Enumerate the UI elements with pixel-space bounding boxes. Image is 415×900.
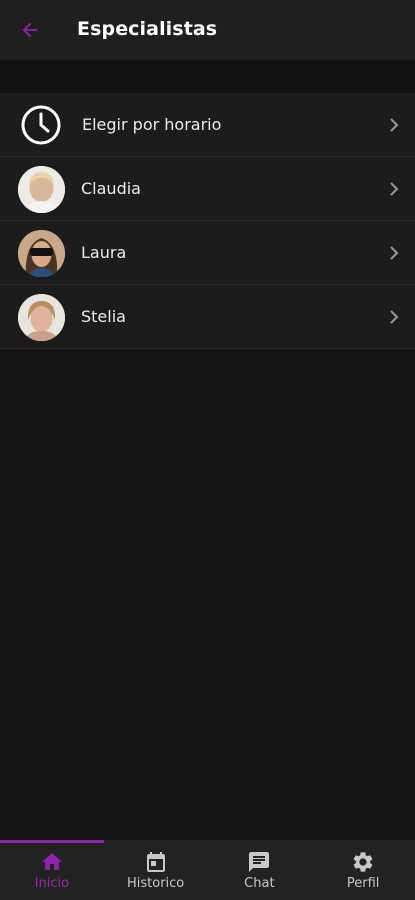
list-item-label: Laura xyxy=(81,243,127,262)
list-item-label: Stelia xyxy=(81,307,126,326)
app-bar: Especialistas xyxy=(0,0,415,60)
back-button[interactable] xyxy=(14,14,46,46)
nav-item-inicio[interactable]: Inicio xyxy=(0,840,104,900)
avatar xyxy=(17,165,65,213)
bottom-navigation: Inicio Historico Chat Perfil xyxy=(0,840,415,900)
nav-label: Historico xyxy=(126,876,185,891)
arrow-left-icon xyxy=(22,22,38,38)
avatar xyxy=(17,229,65,277)
list-item-laura[interactable]: Laura xyxy=(0,221,415,285)
nav-label: Chat xyxy=(244,876,275,891)
home-icon xyxy=(41,853,62,870)
list-item-label: Elegir por horario xyxy=(82,115,222,134)
list-item-label: Claudia xyxy=(81,179,141,198)
clock-icon xyxy=(17,101,65,149)
nav-item-historico[interactable]: Historico xyxy=(104,840,208,900)
list-item-choose-by-schedule[interactable]: Elegir por horario xyxy=(0,93,415,157)
nav-item-perfil[interactable]: Perfil xyxy=(311,840,415,900)
nav-item-chat[interactable]: Chat xyxy=(208,840,312,900)
chat-icon xyxy=(249,852,270,872)
nav-label: Inicio xyxy=(34,876,70,891)
chevron-right-icon xyxy=(390,246,399,260)
list-item-stelia[interactable]: Stelia xyxy=(0,285,415,349)
app-root: Especialistas Elegir por horario Claudia… xyxy=(0,0,415,900)
nav-label: Perfil xyxy=(346,876,380,891)
specialists-list: Elegir por horario Claudia Laura Stelia xyxy=(0,93,415,349)
page-title: Especialistas xyxy=(77,18,218,40)
chevron-right-icon xyxy=(390,182,399,196)
list-item-claudia[interactable]: Claudia xyxy=(0,157,415,221)
chevron-right-icon xyxy=(390,310,399,324)
spacer-band xyxy=(0,60,415,93)
avatar xyxy=(17,293,65,341)
calendar-icon xyxy=(146,852,165,872)
chevron-right-icon xyxy=(390,118,399,132)
gear-icon xyxy=(353,852,373,872)
